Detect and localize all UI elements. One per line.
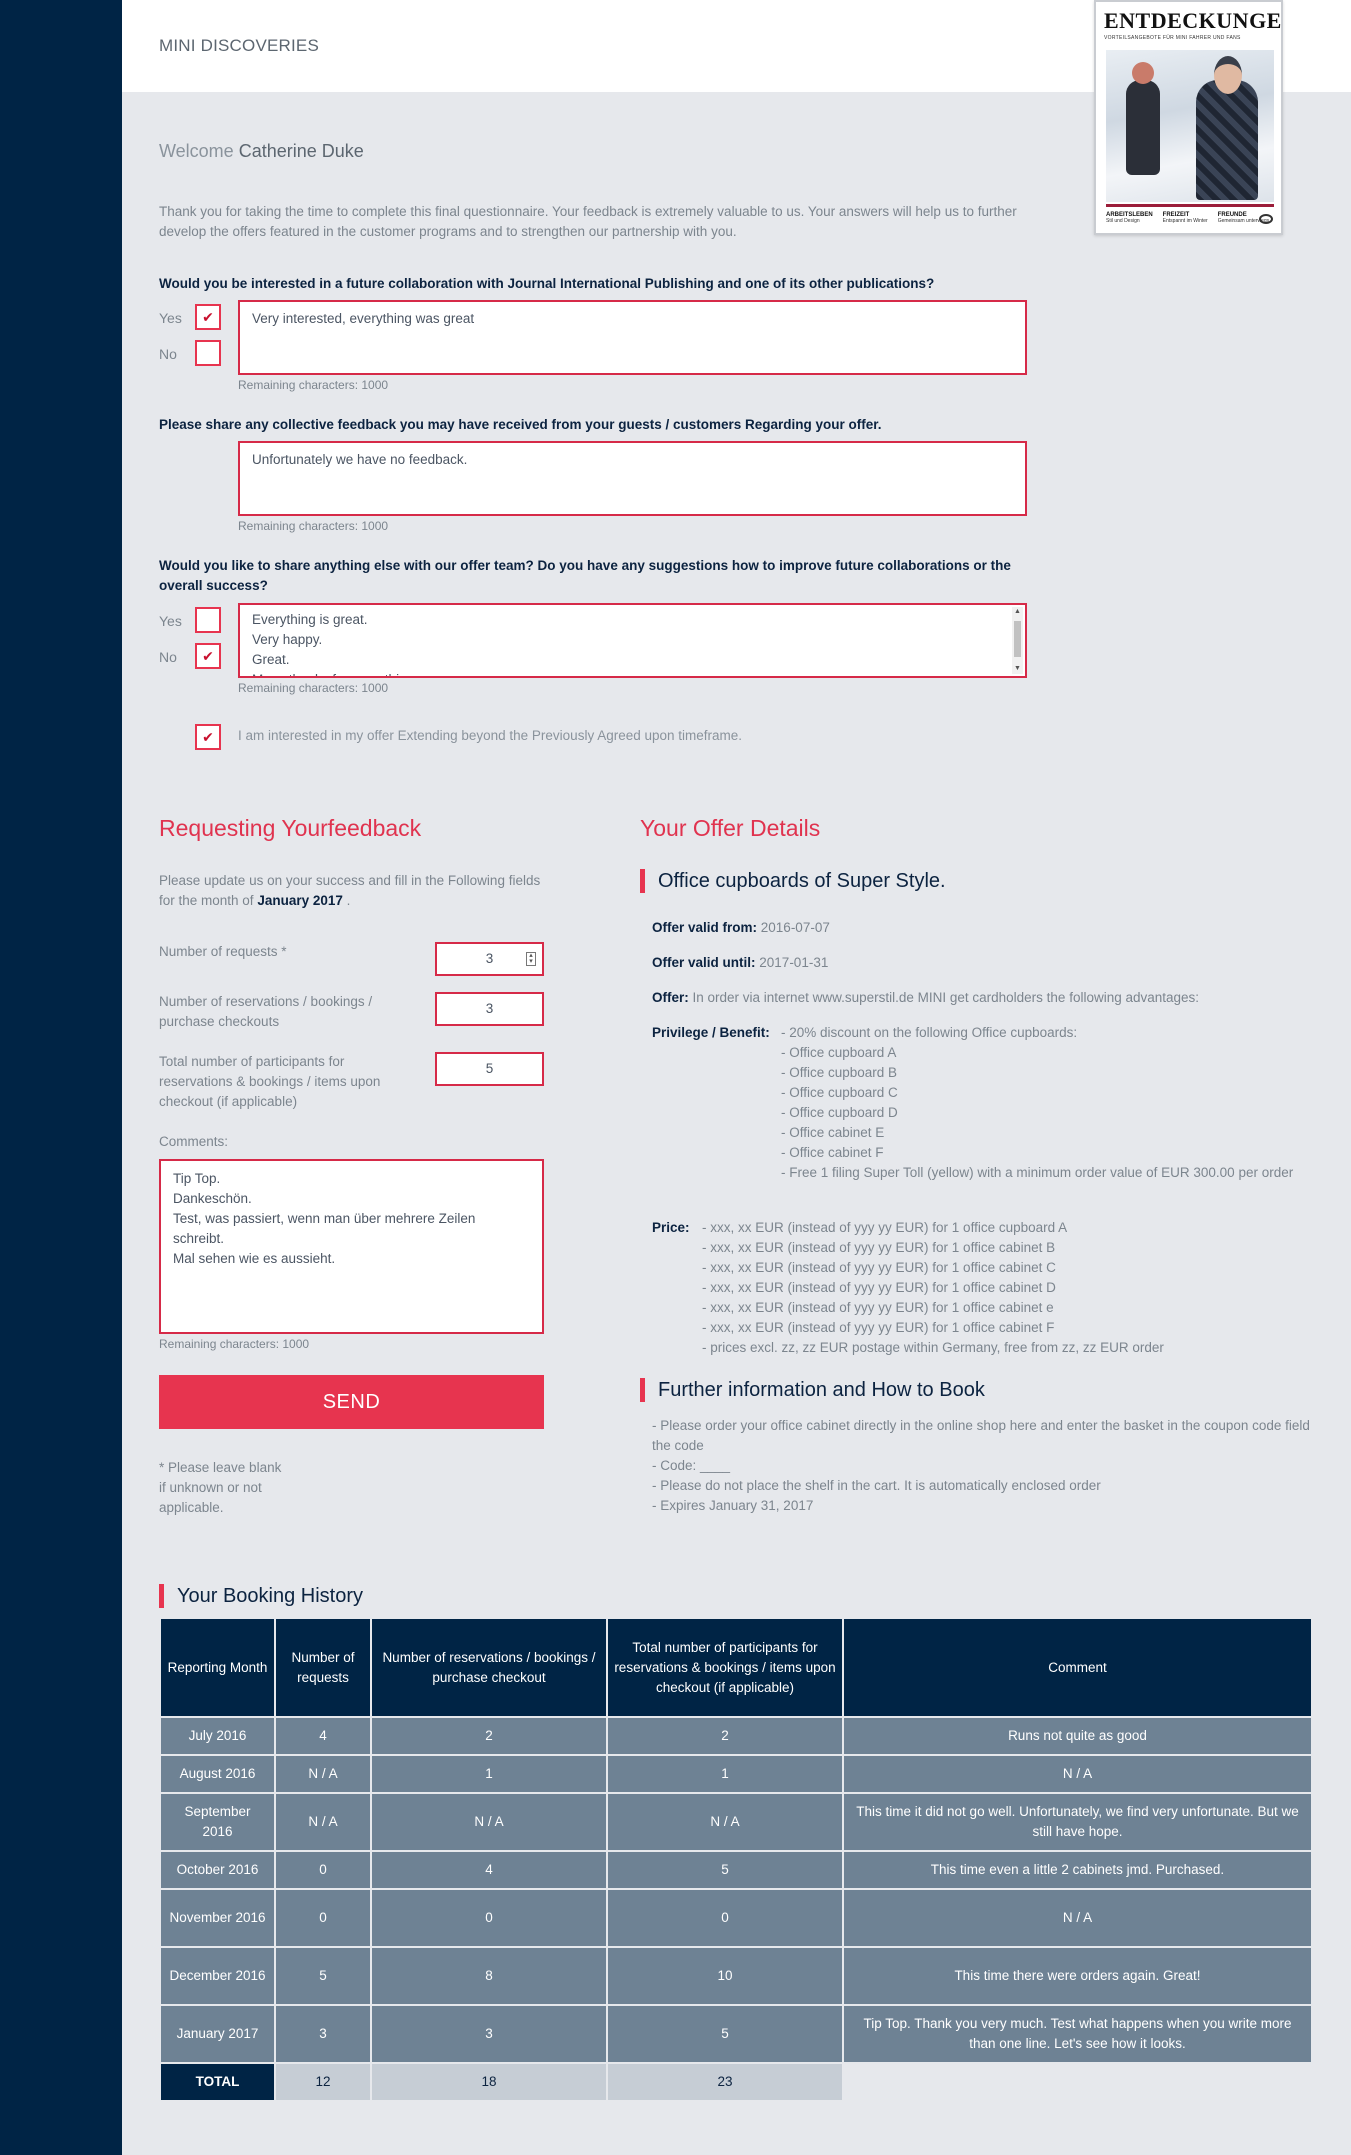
list-item: - Office cupboard C bbox=[781, 1085, 898, 1100]
reservations-input[interactable]: 3 bbox=[435, 992, 544, 1026]
q2-remaining-characters: Remaining characters: 1000 bbox=[238, 519, 389, 533]
requests-label: Number of requests * bbox=[159, 944, 287, 959]
intro-text: Thank you for taking the time to complet… bbox=[159, 204, 1017, 239]
q2-answer-textarea[interactable]: Unfortunately we have no feedback. bbox=[238, 441, 1027, 516]
q3-scrollbar[interactable]: ▲ ▼ bbox=[1012, 607, 1023, 674]
q3-remaining-characters: Remaining characters: 1000 bbox=[238, 681, 389, 695]
table-row: September 2016 N / AN / AN / A This time i… bbox=[161, 1794, 1311, 1850]
offer-price-label: Price: bbox=[652, 1220, 690, 1235]
list-item: - prices excl. zz, zz EUR postage within… bbox=[702, 1340, 1164, 1355]
total-requests: 12 bbox=[276, 2064, 370, 2100]
column-header: Total number of participants for reserva… bbox=[608, 1619, 842, 1716]
extend-offer-checkbox[interactable]: ✔ bbox=[195, 724, 221, 750]
table-row: November 2016 0 0 0 N / A bbox=[161, 1890, 1311, 1946]
request-month: January 2017 bbox=[257, 893, 343, 908]
request-feedback-title: Requesting Yourfeedback bbox=[159, 815, 422, 841]
q3-yes-label: Yes bbox=[159, 613, 182, 629]
comments-textarea[interactable]: Tip Top. Dankeschön. Test, was passiert,… bbox=[159, 1159, 544, 1334]
column-header: Number of reservations / bookings / purc… bbox=[372, 1619, 606, 1716]
q1-no-label: No bbox=[159, 346, 177, 362]
comments-remaining-characters: Remaining characters: 1000 bbox=[159, 1337, 310, 1351]
table-row: August 2016 N / A11N / A bbox=[161, 1756, 1311, 1792]
scroll-thumb[interactable] bbox=[1014, 621, 1021, 657]
magazine-person-image bbox=[1196, 56, 1258, 200]
list-item: - Office cupboard B bbox=[781, 1065, 898, 1080]
offer-description: Offer: In order via internet www.superst… bbox=[652, 990, 1200, 1005]
question-3: Would you like to share anything else wi… bbox=[159, 558, 1011, 593]
column-header: Number of requests bbox=[276, 1619, 370, 1716]
scroll-up-icon[interactable]: ▲ bbox=[1012, 607, 1023, 617]
welcome-heading: Welcome Catherine Duke bbox=[159, 141, 364, 161]
q3-no-checkbox[interactable]: ✔ bbox=[195, 643, 221, 669]
left-sidebar bbox=[0, 0, 122, 2155]
list-item: - Office cupboard D bbox=[781, 1105, 898, 1120]
list-item: - xxx, xx EUR (instead of yyy yy EUR) fo… bbox=[702, 1280, 1056, 1295]
q1-answer-textarea[interactable]: Very interested, everything was great bbox=[238, 300, 1027, 375]
total-reservations: 18 bbox=[372, 2064, 606, 2100]
magazine-title: ENTDECKUNGEN bbox=[1104, 8, 1283, 33]
required-note: * Please leave blank if unknown or not a… bbox=[159, 1460, 282, 1515]
participants-input[interactable]: 5 bbox=[435, 1052, 544, 1086]
offer-benefit-list: - 20% discount on the following Office c… bbox=[781, 1023, 1311, 1183]
q1-yes-label: Yes bbox=[159, 310, 182, 326]
booking-history-table: Reporting Month Number of requests Numbe… bbox=[159, 1617, 1313, 2102]
send-button[interactable]: SEND bbox=[159, 1375, 544, 1429]
table-row: October 2016 0 4 5 This time even a little 2… bbox=[161, 1852, 1311, 1888]
table-total-row: TOTAL 12 18 23 bbox=[161, 2064, 1311, 2100]
magazine-cover[interactable]: ENTDECKUNGEN VORTEILSANGEBOTE FÜR MINI F… bbox=[1094, 0, 1283, 235]
offer-price-list: - xxx, xx EUR (instead of yyy yy EUR) fo… bbox=[702, 1218, 1312, 1358]
list-item: - xxx, xx EUR (instead of yyy yy EUR) fo… bbox=[702, 1240, 1056, 1255]
magazine-footer: ARBEITSLEBEN Stil und Design FREIZEIT Ents… bbox=[1106, 212, 1270, 224]
magazine-person-image bbox=[1126, 62, 1160, 175]
table-row: July 2016 4 2 2 Runs not quite as good bbox=[161, 1718, 1311, 1754]
magazine-photo bbox=[1106, 50, 1274, 202]
offer-name: Office cupboards of Super Style. bbox=[640, 869, 946, 893]
total-label: TOTAL bbox=[161, 2064, 274, 2100]
q1-no-checkbox[interactable] bbox=[195, 340, 221, 366]
stepper-icon[interactable]: ▴ ▾ bbox=[526, 952, 536, 966]
list-item: - xxx, xx EUR (instead of yyy yy EUR) fo… bbox=[702, 1220, 1068, 1235]
list-item: - Office cabinet E bbox=[781, 1125, 885, 1140]
scroll-down-icon[interactable]: ▼ bbox=[1012, 664, 1023, 674]
magazine-subtitle: VORTEILSANGEBOTE FÜR MINI FAHRER UND FAN… bbox=[1104, 35, 1241, 41]
list-item: - xxx, xx EUR (instead of yyy yy EUR) fo… bbox=[702, 1260, 1056, 1275]
q1-yes-checkbox[interactable]: ✔ bbox=[195, 304, 221, 330]
brand-title[interactable]: MINI DISCOVERIES bbox=[159, 36, 319, 56]
total-participants: 23 bbox=[608, 2064, 842, 2100]
list-item: - Office cupboard A bbox=[781, 1045, 897, 1060]
question-1: Would you be interested in a future coll… bbox=[159, 276, 935, 291]
q3-answer-textarea[interactable]: Everything is great. Very happy. Great. … bbox=[238, 603, 1027, 678]
table-row: December 2016 5 8 10 This time there were or… bbox=[161, 1948, 1311, 2004]
column-header: Reporting Month bbox=[161, 1619, 274, 1716]
list-item: - xxx, xx EUR (instead of yyy yy EUR) fo… bbox=[702, 1320, 1055, 1335]
request-intro: Please update us on your success and fil… bbox=[159, 873, 541, 908]
magazine-divider bbox=[1106, 204, 1274, 207]
q3-no-label: No bbox=[159, 649, 177, 665]
table-header-row: Reporting Month Number of requests Numbe… bbox=[161, 1619, 1311, 1716]
column-header: Comment bbox=[844, 1619, 1311, 1716]
offer-valid-until: Offer valid until: 2017-01-31 bbox=[652, 955, 829, 970]
offer-valid-from: Offer valid from: 2016-07-07 bbox=[652, 920, 830, 935]
offer-details-title: Your Offer Details bbox=[640, 815, 821, 841]
mini-logo-icon bbox=[1259, 214, 1273, 224]
table-row: January 2017 3 3 5 Tip Top. Thank you very m… bbox=[161, 2006, 1311, 2062]
requests-input[interactable]: 3 ▴ ▾ bbox=[435, 942, 544, 976]
q3-yes-checkbox[interactable] bbox=[195, 607, 221, 633]
user-name: Catherine Duke bbox=[238, 141, 364, 161]
question-2: Please share any collective feedback you… bbox=[159, 417, 882, 432]
further-info-title: Further information and How to Book bbox=[640, 1378, 985, 1402]
booking-history-title: Your Booking History bbox=[159, 1584, 363, 1608]
comments-label: Comments: bbox=[159, 1134, 229, 1149]
list-item: - xxx, xx EUR (instead of yyy yy EUR) fo… bbox=[702, 1300, 1054, 1315]
q1-remaining-characters: Remaining characters: 1000 bbox=[238, 378, 389, 392]
list-item: - 20% discount on the following Office c… bbox=[781, 1025, 1078, 1040]
further-info-text: - Please order your office cabinet direc… bbox=[652, 1418, 1310, 1513]
offer-benefit-label: Privilege / Benefit: bbox=[652, 1025, 770, 1040]
list-item: - Free 1 filing Super Toll (yellow) with… bbox=[781, 1165, 1294, 1180]
reservations-label: Number of reservations / bookings / purc… bbox=[159, 994, 373, 1029]
extend-offer-label: I am interested in my offer Extending be… bbox=[238, 728, 743, 743]
list-item: - Office cabinet F bbox=[781, 1145, 884, 1160]
participants-label: Total number of participants for reserva… bbox=[159, 1054, 381, 1109]
